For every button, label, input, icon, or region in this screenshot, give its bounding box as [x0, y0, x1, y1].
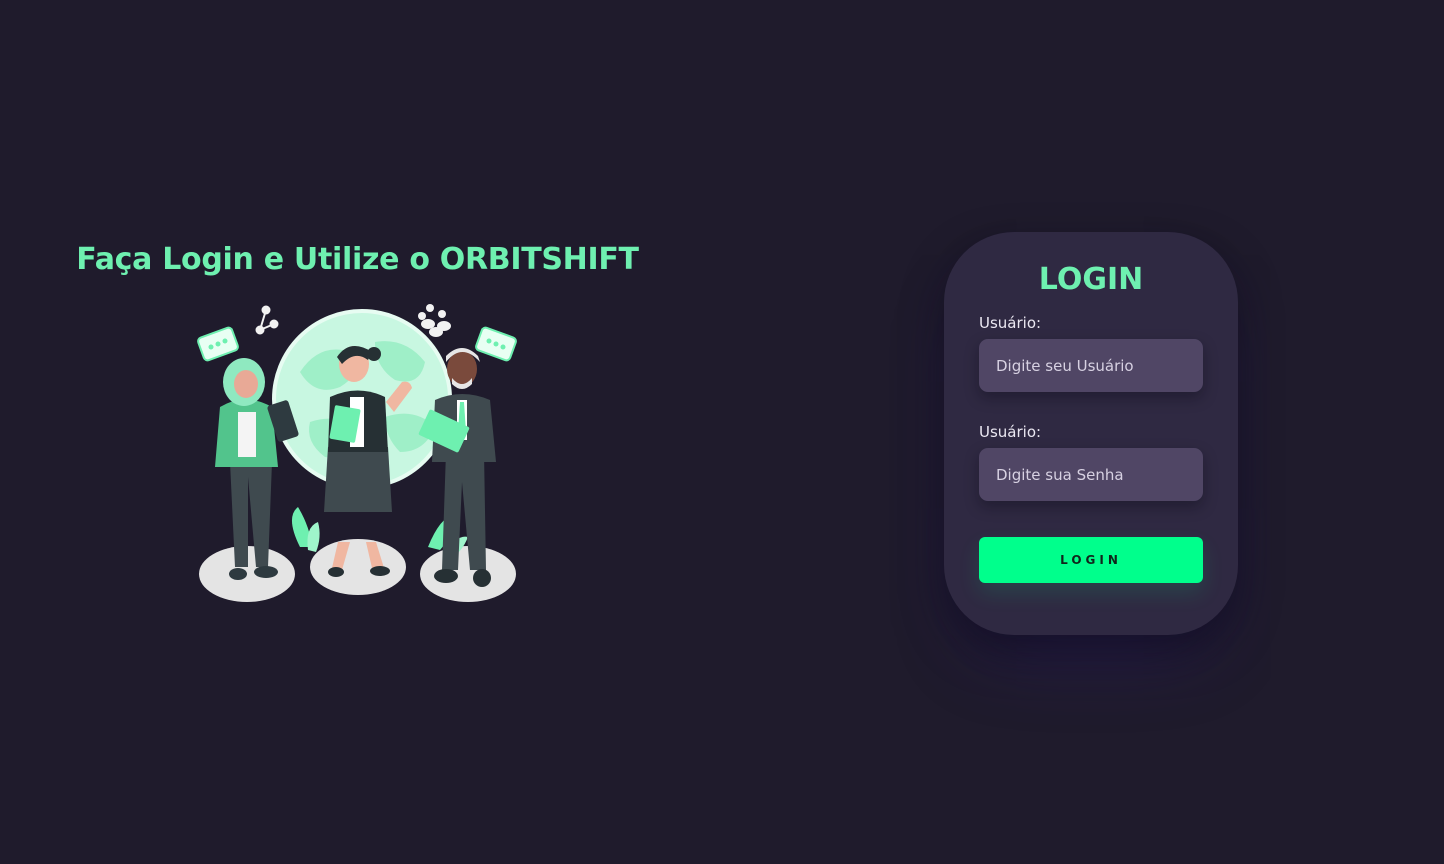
hero-section: Faça Login e Utilize o ORBITSHIFT [60, 238, 655, 612]
share-icon [255, 305, 279, 335]
people-group-icon [418, 304, 451, 337]
field-spacer [979, 392, 1203, 421]
login-button[interactable]: LOGIN [979, 537, 1203, 583]
login-page: Faça Login e Utilize o ORBITSHIFT LOGIN … [0, 0, 1444, 864]
chat-bubble-icon [197, 326, 239, 362]
chat-bubble-icon [475, 326, 517, 362]
username-label: Usuário: [979, 314, 1042, 332]
hero-title: Faça Login e Utilize o ORBITSHIFT [76, 242, 639, 277]
password-input[interactable] [979, 448, 1203, 501]
username-input[interactable] [979, 339, 1203, 392]
login-title: LOGIN [1038, 262, 1144, 297]
password-label: Usuário: [979, 423, 1042, 441]
login-card: LOGIN Usuário: Usuário: LOGIN [944, 232, 1238, 635]
team-illustration [197, 304, 517, 602]
